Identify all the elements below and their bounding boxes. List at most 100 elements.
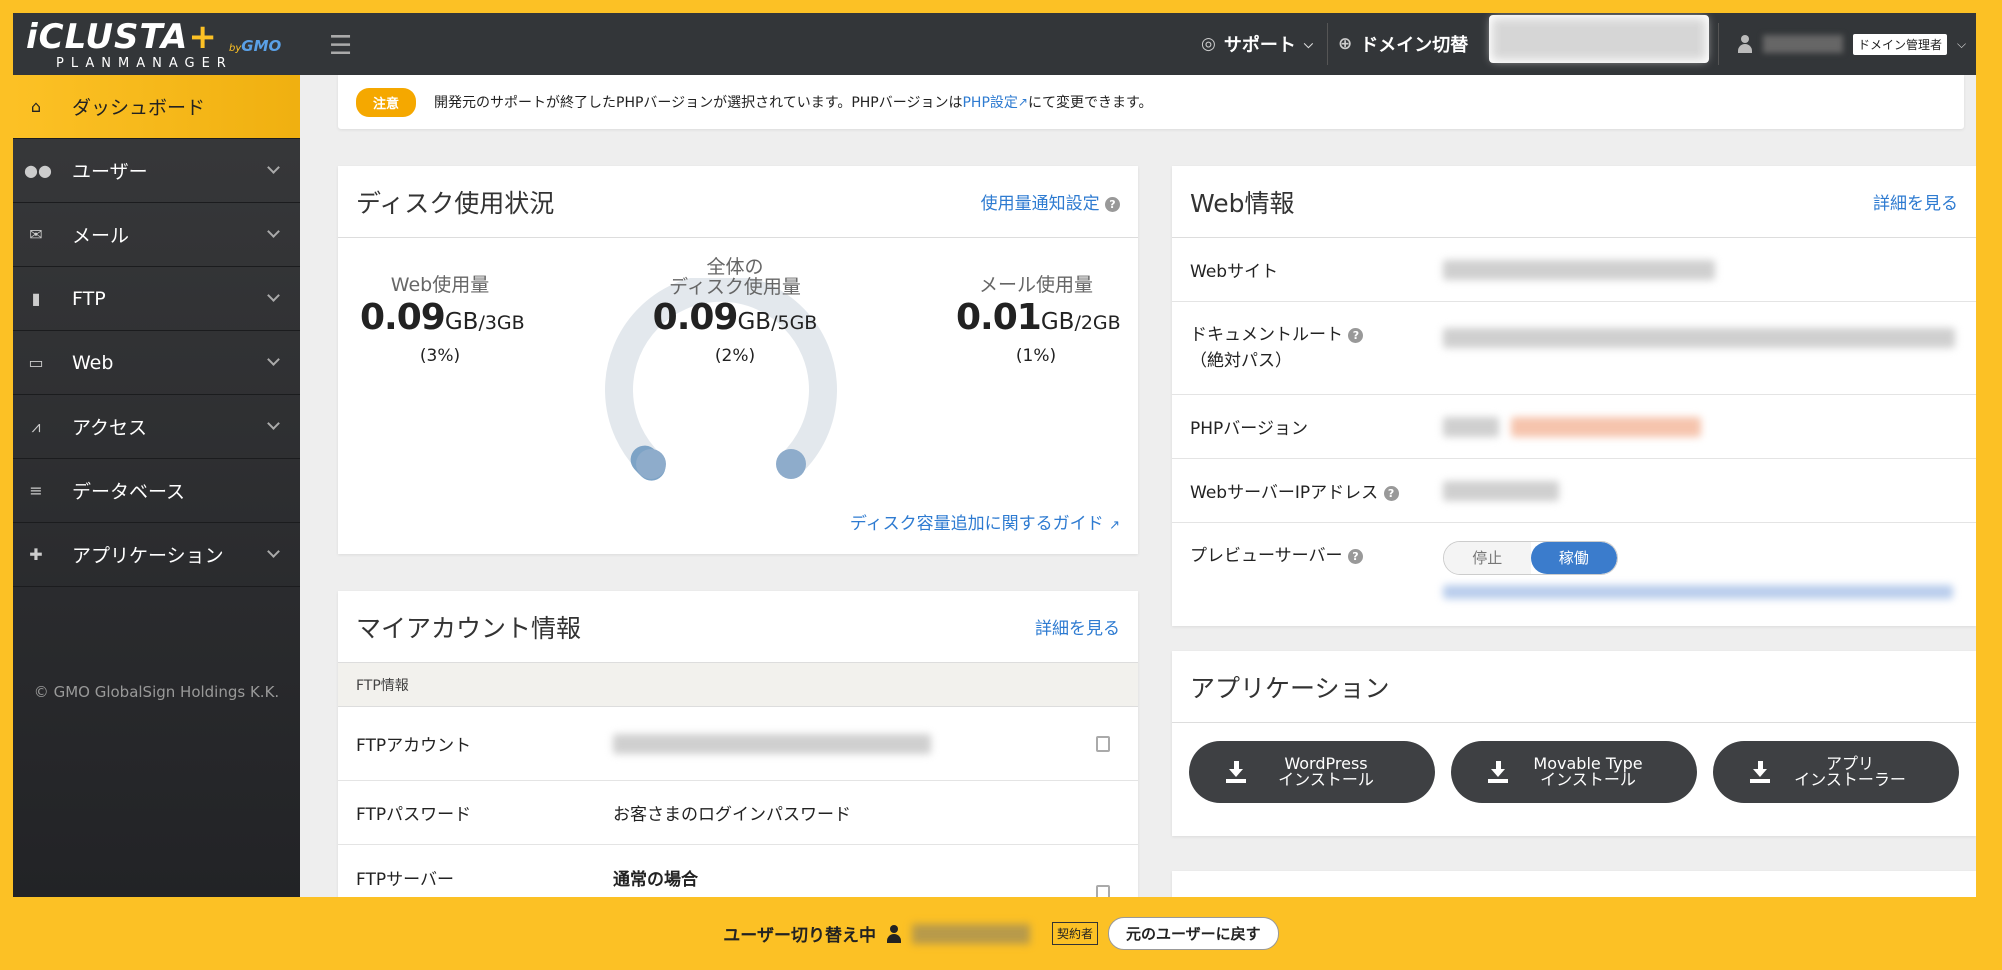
mail-usage-label: メール使用量	[978, 274, 1093, 296]
chevron-down-icon: ⌵	[1957, 36, 1967, 51]
total-usage-percent: (2%)	[714, 346, 756, 366]
button-label-line2: インストーラー	[1794, 770, 1906, 789]
sidebar-item-database[interactable]: ≡ データベース	[13, 459, 300, 523]
card-title: アプリケーション	[1190, 673, 1390, 703]
sidebar-item-ftp[interactable]: ▮ FTP	[13, 267, 300, 331]
chevron-down-icon	[267, 161, 280, 174]
warning-badge: 注意	[356, 87, 417, 117]
sidebar: ⌂ ダッシュボード ●● ユーザー ✉ メール ▮ FTP ▭ Web ⩘ アク…	[13, 75, 300, 897]
chevron-down-icon	[267, 289, 280, 302]
chevron-down-icon	[267, 353, 280, 366]
menu-toggle-icon[interactable]: ☰	[329, 31, 352, 61]
download-icon	[1749, 761, 1771, 783]
help-icon[interactable]: ?	[1348, 327, 1364, 343]
envelope-icon: ✉	[29, 225, 43, 244]
web-usage-total: /3GB	[478, 312, 525, 334]
link-label: ディスク容量追加に関するガイド	[849, 514, 1104, 534]
server-ip-value-blurred	[1443, 480, 1559, 501]
web-usage-unit: GB	[444, 309, 479, 335]
app-buttons: WordPress インストール Movable Type インストール アプリ イン…	[1172, 723, 1976, 821]
help-icon[interactable]: ?	[1383, 485, 1399, 501]
php-settings-link[interactable]: PHP設定	[962, 92, 1017, 112]
home-icon: ⌂	[30, 97, 42, 116]
copy-icon[interactable]	[1096, 885, 1110, 897]
chevron-down-icon	[267, 545, 280, 558]
help-icon: ?	[1105, 196, 1120, 212]
ftp-password-row: FTPパスワード お客さまのログインパスワード	[338, 781, 1138, 845]
preview-url-blurred[interactable]	[1443, 585, 1953, 599]
domain-switch-label: ドメイン切替	[1360, 35, 1469, 56]
total-usage-label: 全体の ディスク使用量	[640, 257, 830, 297]
chevron-down-icon: ⌵	[1303, 36, 1313, 51]
support-menu[interactable]: ◎ サポート ⌵	[1201, 23, 1328, 65]
account-detail-link[interactable]: 詳細を見る	[1035, 614, 1120, 639]
domain-select[interactable]	[1489, 15, 1709, 63]
button-label-line2: インストール	[1540, 770, 1636, 789]
notice-text: 開発元のサポートが終了したPHPバージョンが選択されています。PHPバージョンは	[434, 95, 963, 111]
ftp-account-row: FTPアカウント	[338, 707, 1138, 781]
headset-icon: ◎	[1201, 34, 1216, 54]
toggle-off-option[interactable]: 停止	[1444, 542, 1531, 574]
sidebar-item-applications[interactable]: ✚ アプリケーション	[13, 523, 300, 587]
total-usage-unit: GB	[737, 309, 772, 335]
disk-guide-link[interactable]: ディスク容量追加に関するガイド ↗	[850, 509, 1120, 534]
row-sublabel: （絶対パス）	[1190, 351, 1292, 371]
ftp-account-value-blurred	[613, 733, 931, 754]
applications-card: アプリケーション WordPress インストール Movable Type インス…	[1172, 651, 1976, 836]
mail-usage: メール使用量 0.01GB/2GB (1%)	[956, 270, 1121, 366]
copy-icon[interactable]	[1096, 735, 1110, 752]
logo-text: iCLUSTA	[26, 17, 189, 57]
card-header: ディスク使用状況 使用量通知設定 ?	[338, 166, 1138, 238]
button-label-line2: インストール	[1278, 770, 1374, 789]
sidebar-item-label: ダッシュボード	[72, 97, 206, 119]
row-label: FTPサーバー	[356, 870, 454, 890]
user-icon	[886, 924, 902, 943]
usage-notify-settings-link[interactable]: 使用量通知設定 ?	[981, 189, 1120, 214]
gauge-end-right	[776, 449, 806, 479]
external-link-icon: ↗	[1017, 95, 1028, 109]
sidebar-item-access[interactable]: ⩘ アクセス	[13, 395, 300, 459]
sidebar-item-users[interactable]: ●● ユーザー	[13, 139, 300, 203]
chart-icon: ⩘	[31, 416, 41, 436]
logo-gmo-text: GMO	[241, 37, 282, 55]
card-header: Web情報 詳細を見る	[1172, 166, 1976, 238]
sidebar-item-label: データベース	[72, 481, 186, 503]
php-version-row: PHPバージョン	[1172, 395, 1976, 459]
total-usage: 全体の ディスク使用量 0.09GB/5GB (2%)	[640, 257, 830, 366]
sidebar-item-mail[interactable]: ✉ メール	[13, 203, 300, 267]
button-label: アプリ インストーラー	[1771, 756, 1959, 788]
chevron-down-icon	[267, 417, 280, 430]
domain-switch[interactable]: ⊕ ドメイン切替	[1338, 23, 1468, 65]
movabletype-install-button[interactable]: Movable Type インストール	[1451, 741, 1697, 803]
row-label-text: ドキュメントルート	[1190, 325, 1343, 345]
php-warning-blurred	[1511, 416, 1701, 437]
preview-server-toggle[interactable]: 停止 稼働	[1443, 541, 1618, 575]
web-usage-percent: (3%)	[419, 346, 461, 366]
php-notice: 注意 開発元のサポートが終了したPHPバージョンが選択されています。PHPバージ…	[338, 75, 1964, 129]
logo[interactable]: iCLUSTA+ byGMO PLANMANAGER	[26, 17, 291, 71]
sidebar-item-web[interactable]: ▭ Web	[13, 331, 300, 395]
document-root-value-blurred	[1443, 328, 1955, 348]
help-icon[interactable]: ?	[1347, 548, 1363, 564]
wordpress-install-button[interactable]: WordPress インストール	[1189, 741, 1435, 803]
web-usage-label: Web使用量	[390, 274, 490, 296]
sidebar-item-dashboard[interactable]: ⌂ ダッシュボード	[13, 75, 300, 139]
total-label-line2: ディスク使用量	[669, 276, 801, 298]
toggle-on-option[interactable]: 稼働	[1530, 542, 1617, 574]
globe-icon: ⊕	[1338, 34, 1353, 54]
user-menu[interactable]: ドメイン管理者 ⌵	[1718, 23, 1966, 65]
card-title: マイアカウント情報	[356, 613, 582, 643]
sidebar-item-label: メール	[72, 225, 130, 247]
sidebar-item-label: アプリケーション	[72, 545, 224, 567]
web-info-card: Web情報 詳細を見る Webサイト ドキュメントルート ? （絶対パス） PHP…	[1172, 166, 1976, 626]
php-version-value-blurred	[1443, 416, 1499, 437]
card-header: マイアカウント情報 詳細を見る	[338, 591, 1138, 663]
web-detail-link[interactable]: 詳細を見る	[1873, 189, 1958, 214]
domain-select-blurred	[1492, 18, 1706, 60]
preview-server-controls: 停止 稼働	[1443, 541, 1953, 613]
row-label: FTPパスワード	[356, 805, 472, 825]
notice-text-after: にて変更できます。	[1027, 95, 1153, 111]
ftp-section-header: FTP情報	[338, 663, 1138, 707]
app-installer-button[interactable]: アプリ インストーラー	[1713, 741, 1959, 803]
return-user-button[interactable]: 元のユーザーに戻す	[1107, 917, 1279, 950]
